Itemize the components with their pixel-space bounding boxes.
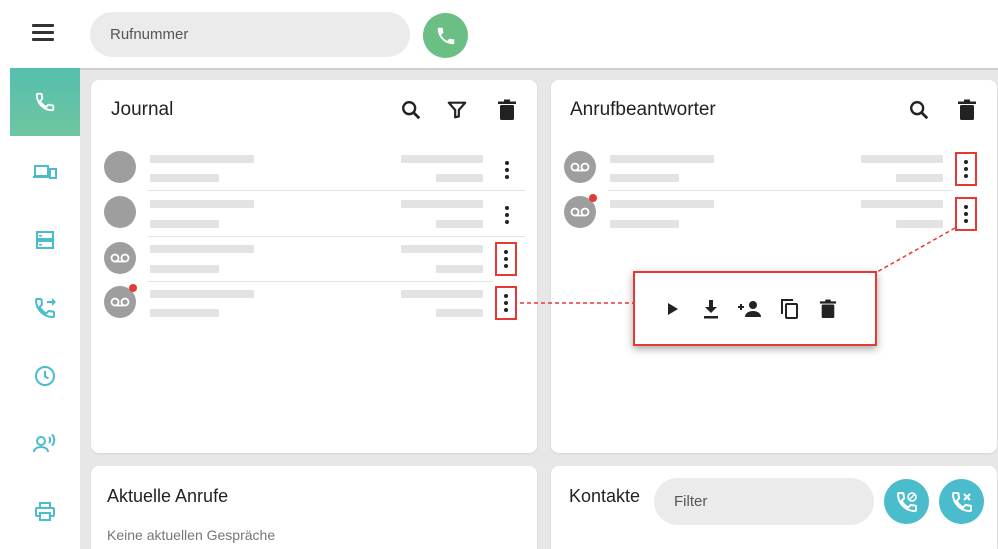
placeholder-line bbox=[861, 155, 943, 163]
search-icon[interactable] bbox=[907, 98, 931, 122]
add-contact-icon[interactable] bbox=[733, 292, 767, 326]
placeholder-line bbox=[896, 220, 943, 228]
placeholder-line bbox=[401, 200, 483, 208]
contacts-title: Kontakte bbox=[569, 486, 641, 506]
placeholder-line bbox=[861, 200, 943, 208]
call-cancel-icon bbox=[951, 491, 972, 512]
phone-number-input[interactable] bbox=[90, 12, 410, 57]
sidebar-item-fax[interactable] bbox=[10, 478, 80, 546]
placeholder-line bbox=[150, 265, 219, 273]
placeholder-line bbox=[150, 309, 219, 317]
divider bbox=[148, 190, 525, 191]
answering-machine-card: Anrufbeantworter bbox=[551, 80, 997, 453]
divider bbox=[608, 190, 953, 191]
row-menu-icon[interactable] bbox=[496, 153, 518, 187]
voicemail-avatar bbox=[104, 242, 136, 274]
caller-avatar bbox=[104, 196, 136, 228]
divider bbox=[148, 236, 525, 237]
clock-icon bbox=[35, 366, 55, 386]
placeholder-line bbox=[150, 174, 219, 182]
placeholder-line bbox=[436, 174, 483, 182]
call-button[interactable] bbox=[423, 13, 468, 58]
voicemail-icon bbox=[110, 253, 130, 263]
sidebar-item-schedule[interactable] bbox=[10, 342, 80, 410]
journal-title: Journal bbox=[111, 99, 174, 120]
placeholder-line bbox=[896, 174, 943, 182]
current-calls-empty-text: Keine aktuellen Gespräche bbox=[107, 527, 276, 543]
contacts-filter-input[interactable] bbox=[654, 478, 874, 525]
placeholder-line bbox=[150, 155, 254, 163]
placeholder-line bbox=[436, 265, 483, 273]
call-block-button[interactable] bbox=[884, 479, 929, 524]
hamburger-menu-icon[interactable] bbox=[32, 24, 54, 42]
placeholder-line bbox=[401, 155, 483, 163]
voicemail-icon bbox=[570, 207, 590, 217]
placeholder-line bbox=[610, 220, 679, 228]
row-actions-menu bbox=[633, 271, 877, 346]
row-menu-icon[interactable] bbox=[955, 197, 977, 231]
answering-machine-title: Anrufbeantworter bbox=[570, 99, 716, 120]
call-cancel-button[interactable] bbox=[939, 479, 984, 524]
voicemail-icon bbox=[110, 297, 130, 307]
play-icon[interactable] bbox=[655, 292, 689, 326]
printer-icon bbox=[35, 502, 55, 521]
sidebar-item-devices[interactable] bbox=[10, 138, 80, 206]
row-menu-icon[interactable] bbox=[495, 286, 517, 320]
copy-icon[interactable] bbox=[772, 292, 806, 326]
placeholder-line bbox=[610, 200, 714, 208]
delete-icon[interactable] bbox=[495, 98, 519, 122]
placeholder-line bbox=[401, 245, 483, 253]
row-menu-icon[interactable] bbox=[955, 152, 977, 186]
placeholder-line bbox=[436, 309, 483, 317]
devices-icon bbox=[33, 165, 57, 179]
top-bar bbox=[0, 0, 998, 70]
new-message-badge bbox=[129, 284, 137, 292]
phone-icon bbox=[35, 92, 55, 112]
phone-icon bbox=[437, 27, 454, 44]
divider bbox=[148, 281, 493, 282]
sidebar bbox=[0, 68, 80, 549]
delete-icon[interactable] bbox=[955, 98, 979, 122]
placeholder-line bbox=[610, 155, 714, 163]
new-message-badge bbox=[589, 194, 597, 202]
placeholder-line bbox=[150, 245, 254, 253]
sidebar-item-announcements[interactable] bbox=[10, 410, 80, 478]
sidebar-item-calls[interactable] bbox=[10, 68, 80, 136]
placeholder-line bbox=[436, 220, 483, 228]
voicemail-avatar bbox=[104, 284, 137, 318]
placeholder-line bbox=[150, 290, 254, 298]
call-forward-icon bbox=[34, 298, 56, 319]
placeholder-line bbox=[150, 220, 219, 228]
current-calls-card: Aktuelle Anrufe Keine aktuellen Gespräch… bbox=[91, 466, 537, 549]
person-voice-icon bbox=[33, 433, 56, 453]
search-icon[interactable] bbox=[399, 98, 423, 122]
voicemail-icon bbox=[570, 162, 590, 172]
sidebar-item-storage[interactable] bbox=[10, 206, 80, 274]
row-menu-icon[interactable] bbox=[495, 242, 517, 276]
filter-icon[interactable] bbox=[445, 98, 469, 122]
call-block-icon bbox=[896, 491, 917, 512]
placeholder-line bbox=[150, 200, 254, 208]
current-calls-title: Aktuelle Anrufe bbox=[107, 486, 229, 506]
placeholder-line bbox=[610, 174, 679, 182]
sidebar-item-forwarding[interactable] bbox=[10, 274, 80, 342]
caller-avatar bbox=[104, 151, 136, 183]
delete-icon[interactable] bbox=[811, 292, 845, 326]
storage-icon bbox=[36, 231, 54, 249]
journal-card: Journal bbox=[91, 80, 537, 453]
download-icon[interactable] bbox=[694, 292, 728, 326]
placeholder-line bbox=[401, 290, 483, 298]
voicemail-avatar bbox=[564, 151, 596, 183]
voicemail-avatar bbox=[564, 194, 597, 228]
row-menu-icon[interactable] bbox=[496, 198, 518, 232]
